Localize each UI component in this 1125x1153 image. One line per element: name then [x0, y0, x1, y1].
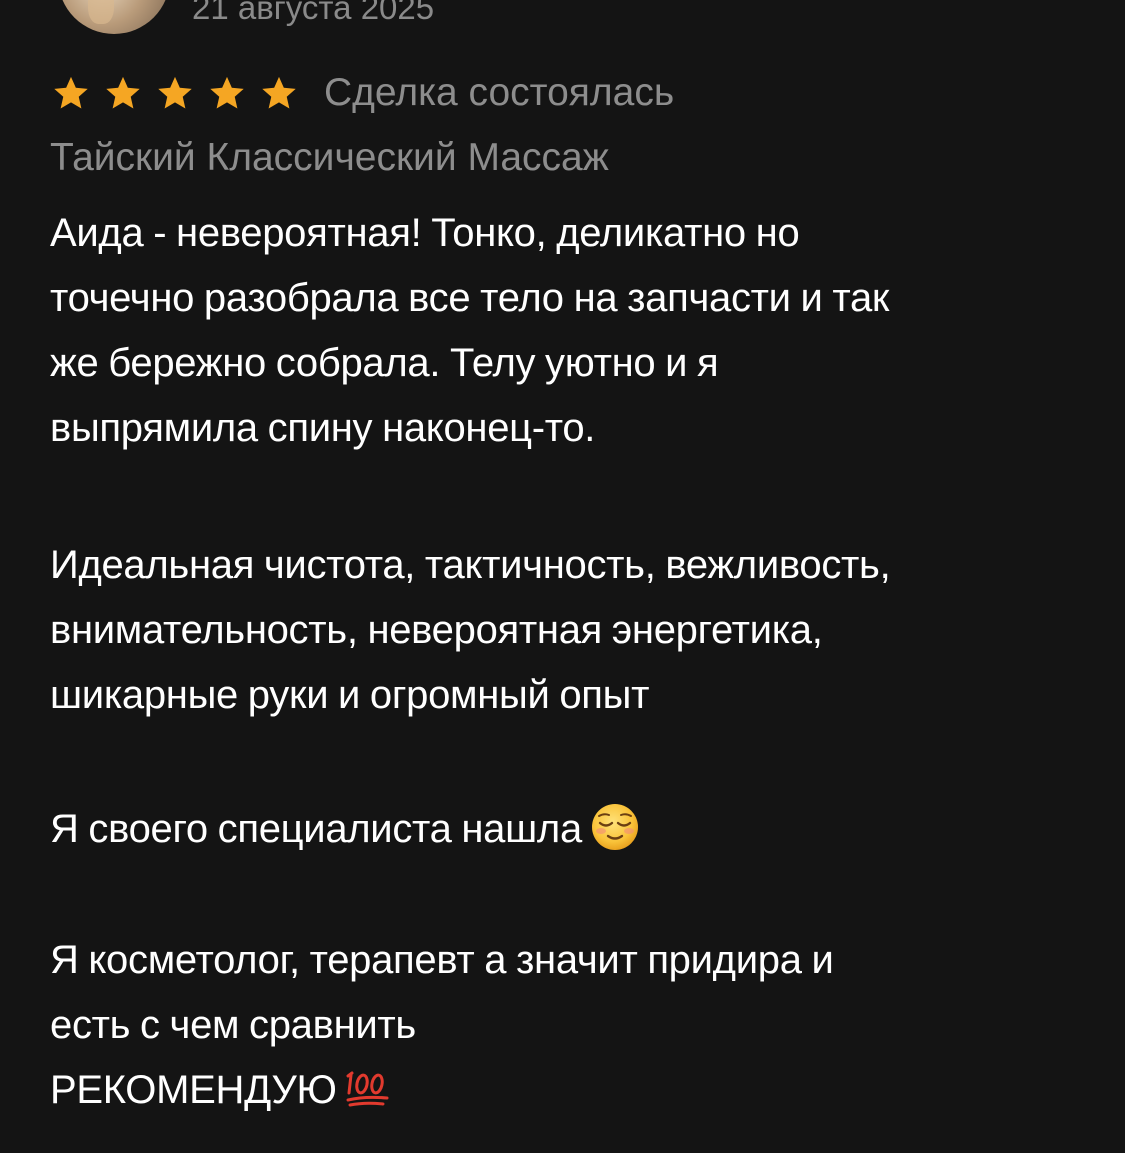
review-text-line: Аида - невероятная! Тонко, деликатно но [50, 211, 800, 255]
review-date: 21 августа 2025 [192, 0, 435, 26]
review-text-line: Я своего специалиста нашла [50, 797, 1090, 862]
review-text-line: есть с чем сравнить [50, 1003, 416, 1047]
review-paragraph: Я своего специалиста нашла [50, 797, 1090, 862]
star-icon [52, 74, 90, 112]
review-text: Я своего специалиста нашла [50, 807, 582, 851]
review-text-line: Идеальная чистота, тактичность, вежливос… [50, 543, 891, 587]
relieved-face-emoji-icon [590, 802, 640, 852]
review-text-line: же бережно собрала. Телу уютно и я [50, 341, 719, 385]
review-paragraph: Аида - невероятная! Тонко, деликатно но … [50, 201, 1090, 461]
star-icon [260, 74, 298, 112]
review-text-line: Я косметолог, терапевт а значит придира … [50, 938, 834, 982]
recommend-text: РЕКОМЕНДУЮ [50, 1068, 337, 1112]
deal-status: Сделка состоялась [324, 71, 675, 114]
rating-row: Сделка состоялась [52, 70, 674, 116]
review-text-line: точечно разобрала все тело на запчасти и… [50, 276, 890, 320]
star-icon [208, 74, 246, 112]
hundred-points-emoji-icon [345, 1067, 391, 1109]
review-text-line: выпрямила спину наконец-то. [50, 406, 596, 450]
review-text-line: шикарные руки и огромный опыт [50, 673, 650, 717]
review-card: 21 августа 2025 Сделка состоялась Тайски… [0, 0, 1125, 1153]
review-paragraph: Идеальная чистота, тактичность, вежливос… [50, 533, 1090, 728]
star-icon [104, 74, 142, 112]
star-icon [156, 74, 194, 112]
service-name: Тайский Классический Массаж [50, 136, 609, 179]
reviewer-avatar[interactable] [58, 0, 170, 34]
review-text-line: РЕКОМЕНДУЮ [50, 1058, 1090, 1123]
review-paragraph: Я косметолог, терапевт а значит придира … [50, 928, 1090, 1123]
review-text-line: внимательность, невероятная энергетика, [50, 608, 823, 652]
rating-stars [52, 74, 312, 112]
